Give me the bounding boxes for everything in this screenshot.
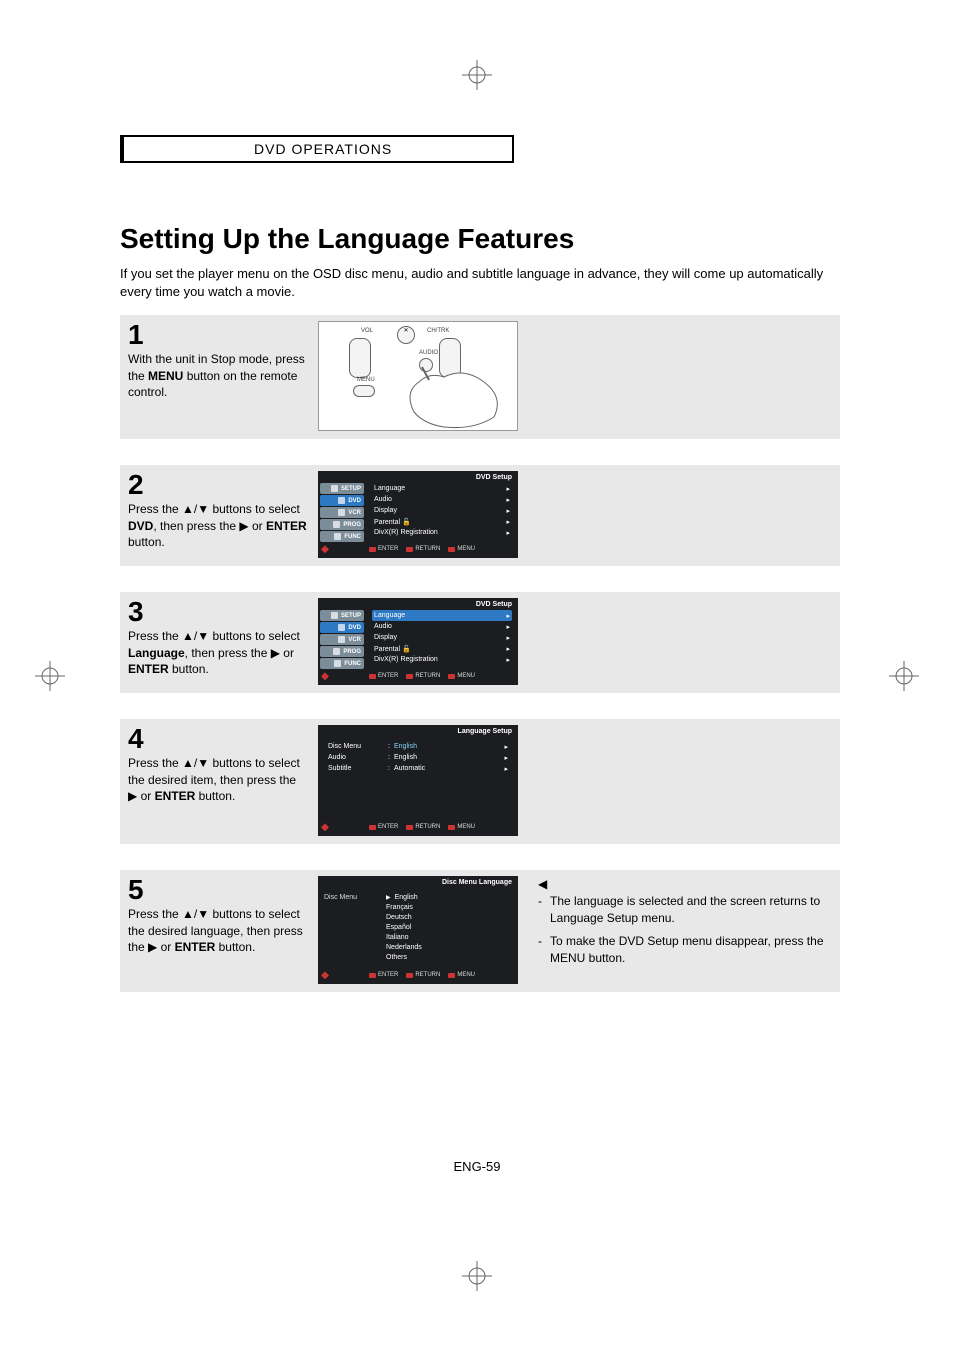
section-header-label: DVD OPERATIONS	[124, 135, 514, 163]
step-3: 3 Press the ▲/▼ buttons to select Langua…	[120, 592, 840, 693]
menu-icon	[448, 547, 455, 552]
section-header: DVD OPERATIONS	[120, 135, 840, 163]
step-text: Press the ▲/▼ buttons to select the desi…	[128, 756, 300, 802]
osd-footer: ENTER RETURN MENU	[318, 968, 518, 982]
chevron-right-icon: ▸	[498, 743, 508, 751]
enter-icon	[369, 825, 376, 830]
chevron-right-icon: ▸	[498, 754, 508, 762]
clock-icon	[333, 521, 340, 528]
gear-icon	[331, 612, 338, 619]
remote-vol-label: VOL	[361, 328, 373, 334]
page-title: Setting Up the Language Features	[120, 223, 840, 255]
osd-title: Language Setup	[318, 725, 518, 737]
return-icon	[406, 547, 413, 552]
clock-icon	[333, 648, 340, 655]
move-icon	[321, 823, 329, 831]
crop-mark-icon	[462, 60, 492, 90]
return-icon	[406, 973, 413, 978]
lock-icon: 🔓	[402, 646, 411, 653]
step-5: 5 Press the ▲/▼ buttons to select the de…	[120, 870, 840, 992]
step-number: 4	[128, 725, 308, 753]
chevron-right-icon: ▸	[506, 496, 510, 504]
step-side-notes: ◀ -The language is selected and the scre…	[518, 876, 832, 972]
move-icon	[321, 545, 329, 553]
step-number: 3	[128, 598, 308, 626]
remote-illustration: VOL ✕ CH/TRK AUDIO MENU	[318, 321, 518, 431]
step-number: 1	[128, 321, 308, 349]
step-number: 2	[128, 471, 308, 499]
chevron-right-icon: ▸	[498, 765, 508, 773]
chevron-right-icon: ▸	[506, 656, 510, 664]
gear-icon	[331, 485, 338, 492]
osd-dvd-setup: DVD Setup SETUP DVD VCR PROG FUNC Langua…	[318, 471, 518, 558]
remote-chtrk-label: CH/TRK	[427, 328, 449, 334]
side-note: The language is selected and the screen …	[550, 893, 832, 927]
step-2: 2 Press the ▲/▼ buttons to select DVD, t…	[120, 465, 840, 566]
chevron-right-icon: ▸	[506, 485, 510, 493]
intro-text: If you set the player menu on the OSD di…	[120, 265, 840, 301]
osd-footer: ENTER RETURN MENU	[318, 669, 518, 683]
chevron-right-icon: ▸	[506, 518, 510, 526]
osd-dvd-setup-highlighted: DVD Setup SETUP DVD VCR PROG FUNC Langua…	[318, 598, 518, 685]
crop-mark-icon	[35, 661, 65, 691]
page-content: DVD OPERATIONS Setting Up the Language F…	[120, 135, 840, 1018]
side-note: To make the DVD Setup menu disappear, pr…	[550, 933, 832, 967]
step-4: 4 Press the ▲/▼ buttons to select the de…	[120, 719, 840, 844]
func-icon	[334, 660, 341, 667]
chevron-right-icon: ▸	[506, 645, 510, 653]
triangle-right-icon: ▶	[386, 894, 391, 901]
osd-title: DVD Setup	[318, 471, 518, 483]
chevron-right-icon: ▸	[506, 612, 510, 620]
osd-disc-menu-language: Disc Menu Language Disc Menu ▶English Fr…	[318, 876, 518, 984]
remote-menu-label: MENU	[357, 377, 375, 383]
osd-title: Disc Menu Language	[318, 876, 518, 888]
page-number: ENG-59	[0, 1159, 954, 1174]
disc-icon	[338, 497, 345, 504]
triangle-left-icon: ◀	[538, 876, 547, 893]
move-icon	[321, 672, 329, 680]
osd-footer: ENTER RETURN MENU	[318, 542, 518, 556]
disc-icon	[338, 624, 345, 631]
chevron-right-icon: ▸	[506, 507, 510, 515]
func-icon	[334, 533, 341, 540]
remote-audio-label: AUDIO	[419, 350, 438, 356]
step-text: Press the ▲/▼ buttons to select Language…	[128, 629, 300, 675]
crop-mark-icon	[462, 1261, 492, 1291]
enter-icon	[369, 674, 376, 679]
menu-icon	[448, 674, 455, 679]
osd-footer: ENTER RETURN MENU	[318, 820, 518, 834]
tape-icon	[338, 636, 345, 643]
step-text: With the unit in Stop mode, press the ME…	[128, 352, 305, 398]
menu-icon	[448, 973, 455, 978]
return-icon	[406, 825, 413, 830]
osd-sidebar: SETUP DVD VCR PROG FUNC	[318, 483, 364, 542]
menu-icon	[448, 825, 455, 830]
chevron-right-icon: ▸	[506, 623, 510, 631]
osd-sidebar: SETUP DVD VCR PROG FUNC	[318, 610, 364, 669]
enter-icon	[369, 547, 376, 552]
step-1: 1 With the unit in Stop mode, press the …	[120, 315, 840, 439]
step-number: 5	[128, 876, 308, 904]
mute-icon: ✕	[397, 326, 415, 344]
step-text: Press the ▲/▼ buttons to select the desi…	[128, 907, 303, 953]
move-icon	[321, 971, 329, 979]
step-text: Press the ▲/▼ buttons to select DVD, the…	[128, 502, 307, 548]
remote-vol-rocker	[349, 338, 371, 378]
chevron-right-icon: ▸	[506, 634, 510, 642]
return-icon	[406, 674, 413, 679]
osd-title: DVD Setup	[318, 598, 518, 610]
lock-icon: 🔓	[402, 519, 411, 526]
enter-icon	[369, 973, 376, 978]
osd-left-label: Disc Menu	[324, 892, 384, 962]
crop-mark-icon	[889, 661, 919, 691]
remote-menu-button	[353, 385, 375, 397]
chevron-right-icon: ▸	[506, 529, 510, 537]
hand-pointer-icon	[394, 362, 514, 432]
osd-language-setup: Language Setup Disc Menu:English▸ Audio:…	[318, 725, 518, 836]
tape-icon	[338, 509, 345, 516]
